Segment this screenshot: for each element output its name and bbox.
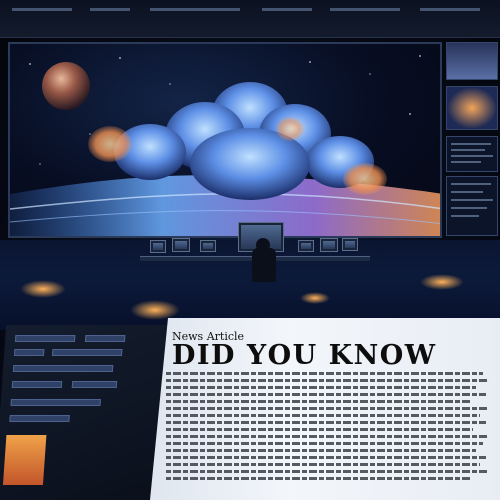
console-screen xyxy=(2,435,47,485)
cosmic-cloud-visual xyxy=(10,55,440,236)
desk-monitor xyxy=(200,240,216,252)
top-bar-indicator xyxy=(12,8,72,11)
article-body-text xyxy=(166,372,496,484)
operator-chair xyxy=(252,248,276,282)
desk-monitor xyxy=(298,240,314,252)
floor-light xyxy=(130,300,180,320)
top-control-bar xyxy=(0,0,500,38)
top-bar-indicator xyxy=(262,8,312,11)
top-bar-indicator xyxy=(90,8,130,11)
side-monitor xyxy=(446,176,498,236)
side-monitor xyxy=(446,42,498,80)
planet-icon xyxy=(42,62,90,110)
top-bar-indicator xyxy=(150,8,240,11)
studio-background: News Article DID YOU KNOW xyxy=(0,0,500,500)
floor-light xyxy=(420,274,464,290)
side-monitor xyxy=(446,136,498,172)
main-display-screen xyxy=(8,42,442,238)
article-headline: DID YOU KNOW xyxy=(172,340,437,371)
top-bar-indicator xyxy=(330,8,400,11)
top-bar-indicator xyxy=(420,8,480,11)
operator-figure xyxy=(256,238,270,252)
desk-monitor xyxy=(172,238,190,252)
floor-light xyxy=(20,280,66,298)
floor-light xyxy=(300,292,330,304)
control-room-floor xyxy=(0,240,500,330)
side-monitor xyxy=(446,86,498,130)
desk-monitor xyxy=(342,238,358,251)
desk-monitor xyxy=(320,238,338,252)
desk-monitor xyxy=(150,240,166,253)
